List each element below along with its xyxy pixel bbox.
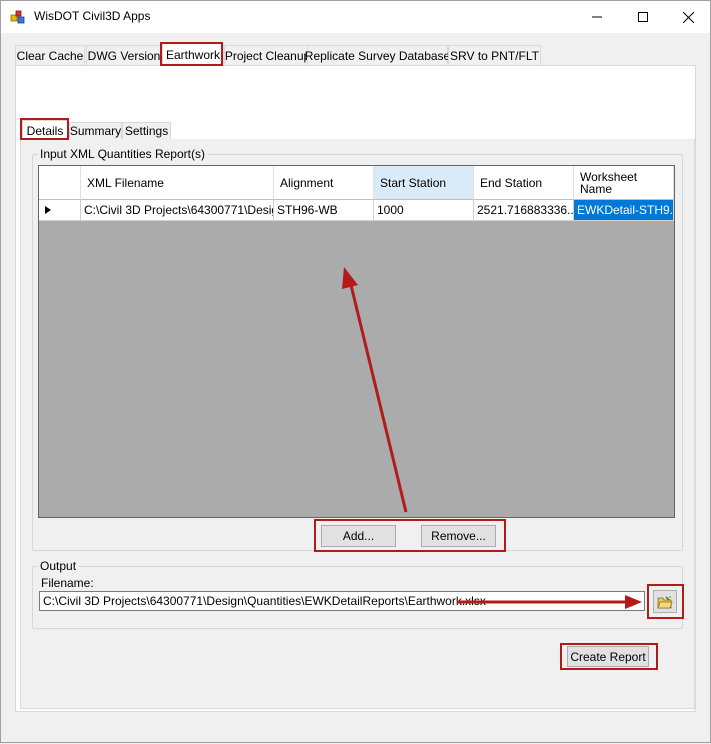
arrow-to-browse-button bbox=[457, 595, 642, 609]
app-window: WisDOT Civil3D Apps Clear Cache DWG Vers… bbox=[0, 0, 711, 743]
annotation-arrows bbox=[342, 267, 642, 609]
arrow-to-grid bbox=[342, 267, 408, 513]
